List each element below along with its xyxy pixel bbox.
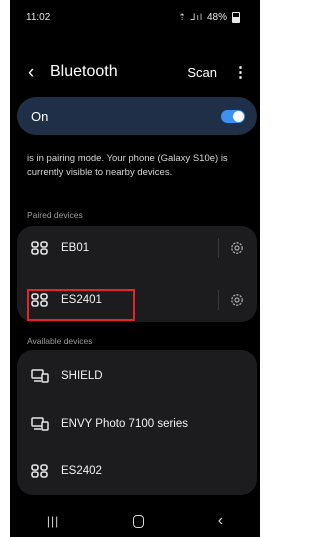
pairing-mode-description: is in pairing mode. Your phone (Galaxy S… bbox=[27, 153, 228, 178]
computer-icon bbox=[31, 417, 49, 431]
bluetooth-generic-icon bbox=[31, 241, 48, 255]
app-bar: ‹ Bluetooth Scan ⋮ bbox=[10, 54, 260, 90]
gear-icon[interactable] bbox=[229, 240, 245, 256]
status-time: 11:02 bbox=[26, 11, 51, 23]
device-row-es2402[interactable]: ES2402 bbox=[17, 451, 257, 491]
home-icon[interactable] bbox=[133, 514, 144, 528]
scan-button[interactable]: Scan bbox=[187, 65, 217, 80]
recents-icon[interactable]: ||| bbox=[47, 514, 59, 528]
highlight-annotation bbox=[27, 289, 135, 321]
signal-icons: ⇡ ⅃ıl bbox=[178, 11, 203, 22]
bluetooth-toggle-label: On bbox=[31, 108, 49, 124]
battery-icon bbox=[232, 11, 240, 23]
device-name: SHIELD bbox=[61, 370, 103, 382]
paired-devices-header: Paired devices bbox=[27, 210, 83, 220]
status-indicators-group: ⇡ ⅃ıl 48% bbox=[178, 11, 240, 23]
row-divider bbox=[218, 290, 219, 310]
bluetooth-switch[interactable] bbox=[221, 109, 245, 123]
computer-icon bbox=[31, 369, 49, 383]
device-name: ES2402 bbox=[61, 465, 102, 477]
gear-icon[interactable] bbox=[229, 292, 245, 308]
device-row-shield[interactable]: SHIELD bbox=[17, 356, 257, 396]
row-divider bbox=[218, 238, 219, 258]
bluetooth-toggle-card[interactable]: On bbox=[17, 97, 257, 135]
device-row-eb01[interactable]: EB01 bbox=[17, 228, 257, 268]
battery-percent: 48% bbox=[206, 11, 227, 23]
navigation-bar: ||| ‹ bbox=[10, 505, 260, 537]
status-bar: 11:02 ⇡ ⅃ıl 48% bbox=[10, 0, 260, 34]
nav-back-icon[interactable]: ‹ bbox=[218, 512, 223, 530]
switch-knob bbox=[233, 110, 244, 122]
bluetooth-generic-icon bbox=[31, 464, 48, 478]
device-name: EB01 bbox=[61, 242, 90, 254]
page-title: Bluetooth bbox=[50, 63, 118, 80]
device-name: ENVY Photo 7100 series bbox=[61, 418, 189, 430]
phone-screen: 11:02 ⇡ ⅃ıl 48% ‹ Bluetooth Scan ⋮ On is… bbox=[10, 0, 260, 537]
available-devices-header: Available devices bbox=[27, 336, 93, 346]
device-row-envy-photo[interactable]: ENVY Photo 7100 series bbox=[17, 404, 257, 444]
available-devices-card: SHIELD ENVY Photo 7100 series ES2402 bbox=[17, 350, 257, 495]
back-chevron-icon[interactable]: ‹ bbox=[28, 63, 48, 82]
more-vert-icon[interactable]: ⋮ bbox=[233, 63, 248, 81]
